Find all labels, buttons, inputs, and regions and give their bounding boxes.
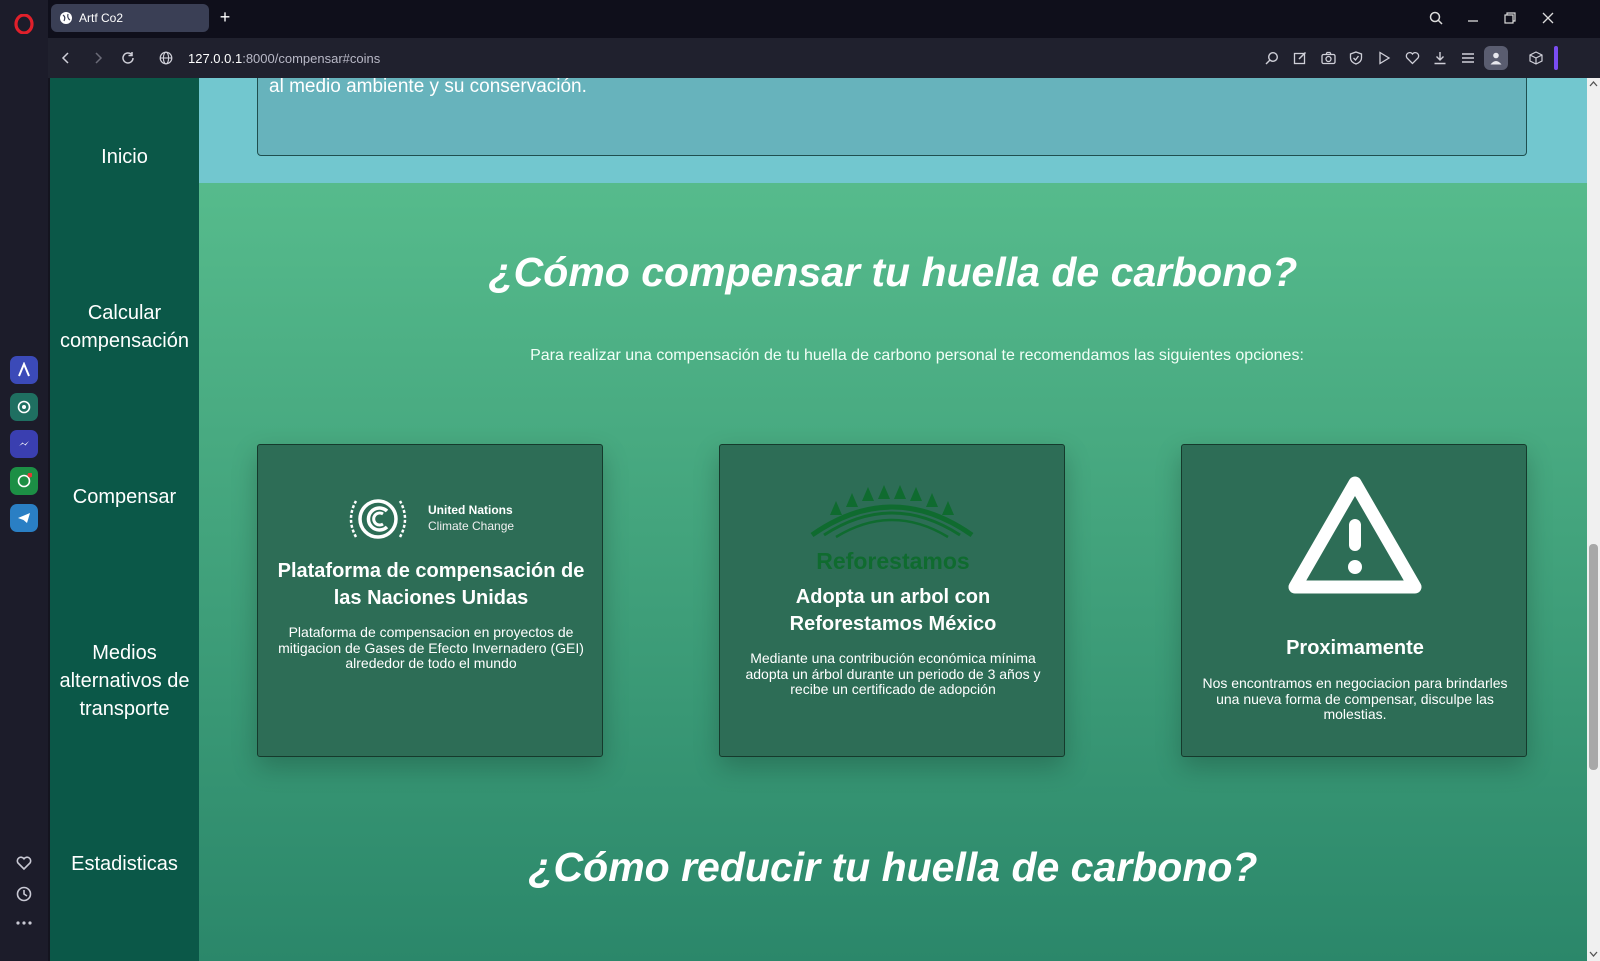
reduce-heading: ¿Cómo reducir tu huella de carbono? (528, 844, 1258, 890)
telegram-icon[interactable] (10, 504, 38, 532)
more-icon[interactable] (13, 912, 35, 934)
browser-tab[interactable]: Artf Co2 (51, 4, 209, 32)
card-proximamente[interactable]: Proximamente Nos encontramos en negociac… (1181, 444, 1527, 757)
address-toolbar: 127.0.0.1:8000/compensar#coins (48, 38, 1600, 78)
scroll-up-icon[interactable] (1589, 80, 1598, 88)
aria-icon[interactable] (10, 356, 38, 384)
intro-box-text: al medio ambiente y su conservación. (269, 78, 587, 97)
url-field[interactable]: 127.0.0.1:8000/compensar#coins (188, 49, 380, 67)
globe-icon (60, 12, 72, 24)
intro-box: al medio ambiente y su conservación. (257, 78, 1527, 156)
compensate-intro: Para realizar una compensación de tu hue… (530, 347, 1304, 364)
card-reforestamos-body: Mediante una contribución económica míni… (745, 650, 1041, 697)
edit-icon[interactable] (1290, 48, 1310, 68)
minimize-button[interactable] (1463, 8, 1483, 28)
intro-band: al medio ambiente y su conservación. (199, 78, 1587, 183)
page-viewport: Inicio Calcular compensación Compensar M… (50, 78, 1587, 961)
main-content: al medio ambiente y su conservación. ¿Có… (199, 78, 1587, 961)
find-icon[interactable] (1262, 48, 1282, 68)
un-logo-line2: Climate Change (428, 519, 515, 533)
compensate-section: ¿Cómo compensar tu huella de carbono? Pa… (199, 183, 1587, 961)
forward-button[interactable] (88, 48, 108, 68)
card-un-platform[interactable]: United Nations Climate Change Plataforma… (257, 444, 603, 757)
scrollbar-thumb[interactable] (1589, 544, 1598, 770)
nav-calcular-compensacion[interactable]: Calcular compensación (50, 299, 199, 355)
url-host: 127.0.0.1 (188, 50, 243, 66)
page-scrollbar[interactable] (1587, 78, 1600, 961)
bookmark-heart-icon[interactable] (1402, 48, 1422, 68)
heart-icon[interactable] (13, 852, 35, 874)
restore-button[interactable] (1500, 8, 1520, 28)
card-reforestamos-title: Adopta un arbol con Reforestamos México (789, 586, 997, 635)
new-tab-button[interactable]: + (215, 8, 235, 28)
close-window-button[interactable] (1538, 8, 1558, 28)
whatsapp-icon[interactable] (10, 467, 38, 495)
profile-icon[interactable] (1484, 46, 1508, 70)
messenger-icon[interactable] (10, 430, 38, 458)
reload-button[interactable] (118, 48, 138, 68)
search-tabs-icon[interactable] (1426, 8, 1446, 28)
scroll-down-icon[interactable] (1589, 950, 1598, 958)
nav-medios-alternativos[interactable]: Medios alternativos de transporte (50, 639, 199, 723)
site-sidebar: Inicio Calcular compensación Compensar M… (50, 78, 199, 961)
card-reforestamos[interactable]: Reforestamos Adopta un arbol con Refores… (719, 444, 1065, 757)
reforestamos-logo-text: Reforestamos (816, 548, 970, 574)
chatgpt-icon[interactable] (10, 393, 38, 421)
opera-logo-icon[interactable] (12, 12, 36, 36)
nav-estadisticas[interactable]: Estadisticas (50, 850, 199, 878)
tab-title: Artf Co2 (79, 11, 124, 25)
camera-icon[interactable] (1318, 48, 1338, 68)
extensions-icon[interactable] (1526, 48, 1546, 68)
history-icon[interactable] (13, 883, 35, 905)
un-climate-logo-icon (346, 493, 410, 545)
nav-compensar[interactable]: Compensar (50, 483, 199, 511)
back-button[interactable] (56, 48, 76, 68)
compensate-heading: ¿Cómo compensar tu huella de carbono? (488, 249, 1298, 295)
reforestamos-trees-icon (810, 485, 974, 547)
player-icon[interactable] (1374, 48, 1394, 68)
warning-icon (1287, 475, 1423, 599)
nav-inicio[interactable]: Inicio (50, 143, 199, 171)
site-info-icon[interactable] (156, 48, 176, 68)
card-un-title: Plataforma de compensación de las Nacion… (277, 560, 585, 609)
un-logo-line1: United Nations (428, 503, 513, 517)
card-proximamente-body: Nos encontramos en negociacion para brin… (1202, 675, 1508, 722)
url-path: :8000/compensar#coins (242, 50, 381, 66)
easy-setup-icon[interactable] (1458, 48, 1478, 68)
browser-sidebar (0, 0, 48, 961)
card-proximamente-title: Proximamente (1286, 637, 1424, 659)
card-un-body: Plataforma de compensacion en proyectos … (278, 624, 584, 671)
download-icon[interactable] (1430, 48, 1450, 68)
sidebar-indicator (1554, 46, 1558, 70)
shield-icon[interactable] (1346, 48, 1366, 68)
tab-strip: Artf Co2 + (48, 0, 1600, 38)
